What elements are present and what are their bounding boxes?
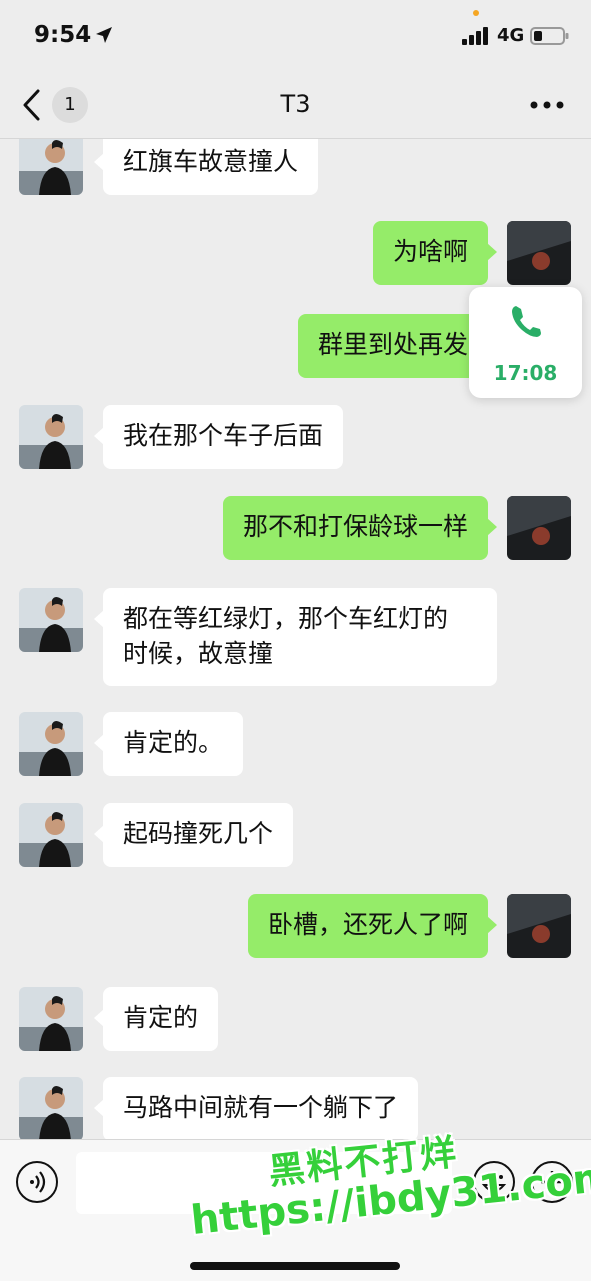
message-bubble[interactable]: 红旗车故意撞人 [93,139,319,195]
message-bubble[interactable]: 我在那个车子后面 [93,405,344,469]
message-bubble[interactable]: 卧槽，还死人了啊 [247,894,498,958]
status-time: 9:54 [34,22,92,48]
my-avatar[interactable] [507,221,571,285]
contact-avatar[interactable] [19,405,83,469]
voice-input-icon[interactable] [15,1160,59,1204]
phone-icon [512,306,541,337]
message-bubble[interactable]: 那不和打保龄球一样 [222,496,498,560]
chat-title: T3 [280,90,311,118]
contact-avatar[interactable] [19,1077,83,1139]
ongoing-call-widget[interactable]: 17:08 [469,287,582,398]
chat-header: 1 T3 [0,72,591,139]
message-bubble[interactable]: 为啥啊 [372,221,498,285]
contact-avatar[interactable] [19,588,83,652]
call-duration: 17:08 [493,361,558,385]
location-arrow-icon [96,27,112,43]
message-bubble[interactable]: 肯定的。 [93,712,244,776]
privacy-indicator-dot [473,10,479,16]
message-bubble[interactable]: 起码撞死几个 [93,803,294,867]
status-bar: 9:54 4G [0,0,591,72]
network-type: 4G [497,25,525,46]
message-bubble[interactable]: 群里到处再发 [297,314,498,378]
my-avatar[interactable] [507,496,571,560]
message-bubble[interactable]: 马路中间就有一个躺下了 [93,1077,419,1139]
contact-avatar[interactable] [19,139,83,195]
cellular-signal-icon [462,27,488,45]
more-options-icon[interactable] [530,101,564,109]
contact-avatar[interactable] [19,712,83,776]
battery-icon [530,27,569,45]
my-avatar[interactable] [507,894,571,958]
contact-avatar[interactable] [19,987,83,1051]
home-indicator[interactable] [190,1262,400,1270]
message-bubble[interactable]: 都在等红绿灯，那个车红灯的 时候，故意撞 [94,588,497,686]
message-bubble[interactable]: 肯定的 [93,987,219,1051]
contact-avatar[interactable] [19,803,83,867]
